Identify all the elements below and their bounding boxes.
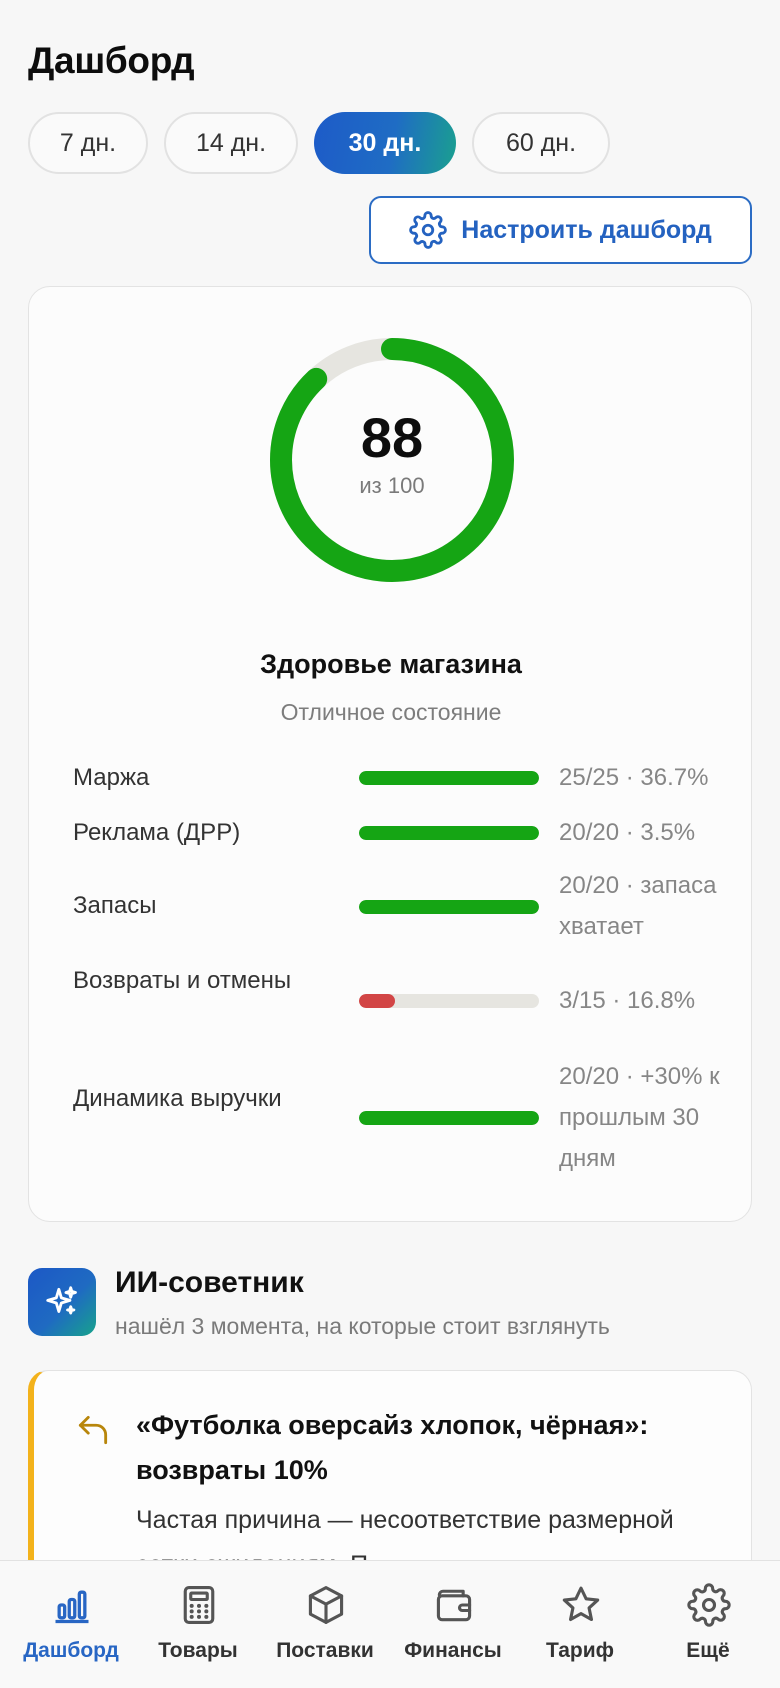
dashboard-screen: Дашборд 7 дн. 14 дн. 30 дн. 60 дн. Настр…: [0, 0, 780, 1688]
metric-label: Запасы: [73, 892, 157, 919]
tab-label: Дашборд: [23, 1639, 119, 1662]
metric-value: 25/25 · 36.7%: [559, 764, 709, 791]
box-icon: [308, 1586, 344, 1624]
configure-dashboard-label: Настроить дашборд: [461, 215, 712, 244]
calculator-icon: [183, 1586, 215, 1624]
period-chip-7[interactable]: 7 дн.: [28, 112, 148, 174]
metric-bar-fill: [359, 994, 395, 1008]
gear-icon: [687, 1583, 731, 1627]
tab-label: Тариф: [545, 1639, 615, 1662]
metric-bar-track: [359, 1111, 539, 1125]
sparkles-icon: [46, 1286, 77, 1315]
configure-dashboard-button[interactable]: Настроить дашборд: [369, 196, 752, 264]
period-selector: 7 дн. 14 дн. 30 дн. 60 дн.: [28, 112, 610, 174]
tab-label: Ещё: [686, 1639, 730, 1662]
metric-bar-fill: [359, 826, 539, 840]
return-arrow-icon: [78, 1415, 108, 1445]
tab-tariff[interactable]: Тариф: [517, 1561, 643, 1688]
metric-label: Возвраты и отмены: [73, 967, 292, 994]
metric-bar-fill: [359, 1111, 539, 1125]
tab-label: Поставки: [276, 1639, 374, 1662]
health-score-value: 88: [360, 406, 424, 469]
metric-value: 20/20 · 3.5%: [559, 819, 696, 846]
store-health-card: 88 из 100 Здоровье магазина Отличное сос…: [28, 286, 752, 1222]
metric-label: Реклама (ДРР): [73, 819, 241, 846]
period-chip-30[interactable]: 30 дн.: [314, 112, 456, 174]
tab-label: Финансы: [404, 1639, 502, 1662]
health-score-max: из 100: [359, 473, 425, 498]
tab-finance[interactable]: Финансы: [390, 1561, 516, 1688]
health-state: Отличное состояние: [280, 699, 502, 725]
tab-supplies[interactable]: Поставки: [262, 1561, 388, 1688]
star-icon: [562, 1586, 600, 1622]
metric-label: Динамика выручки: [73, 1085, 282, 1112]
metric-bar-track: [359, 900, 539, 914]
metric-bar-fill: [359, 900, 539, 914]
period-chip-60[interactable]: 60 дн.: [472, 112, 610, 174]
metric-bar-fill: [359, 771, 539, 785]
page-title: Дашборд: [28, 40, 195, 81]
period-chip-14[interactable]: 14 дн.: [164, 112, 298, 174]
metric-bar-track: [359, 826, 539, 840]
tab-dashboard[interactable]: Дашборд: [8, 1561, 134, 1688]
tab-label: Товары: [158, 1639, 238, 1662]
wallet-icon: [436, 1589, 472, 1622]
metric-label: Маржа: [73, 764, 150, 791]
ai-advisor-badge: [28, 1268, 96, 1336]
metric-value: 20/20 · запаса хватает: [559, 872, 717, 940]
ai-advisor-title: ИИ-советник: [115, 1266, 304, 1299]
bar-chart-icon: [55, 1590, 89, 1624]
metric-bar-track: [359, 771, 539, 785]
gear-icon: [409, 211, 448, 249]
metric-bar-track: [359, 994, 539, 1008]
health-title: Здоровье магазина: [260, 649, 522, 679]
metric-value: 20/20 · +30% к прошлым 30 дням: [559, 1063, 720, 1172]
advice-title: «Футболка оверсайз хлопок, чёрная»: возв…: [136, 1410, 649, 1485]
bottom-tab-bar: Дашборд Товары Поставки Финансы Тариф Ещ…: [0, 1560, 780, 1688]
tab-more[interactable]: Ещё: [645, 1561, 771, 1688]
metric-value: 3/15 · 16.8%: [559, 987, 696, 1014]
tab-products[interactable]: Товары: [135, 1561, 261, 1688]
ai-advisor-subtitle: нашёл 3 момента, на которые стоит взглян…: [115, 1313, 610, 1339]
